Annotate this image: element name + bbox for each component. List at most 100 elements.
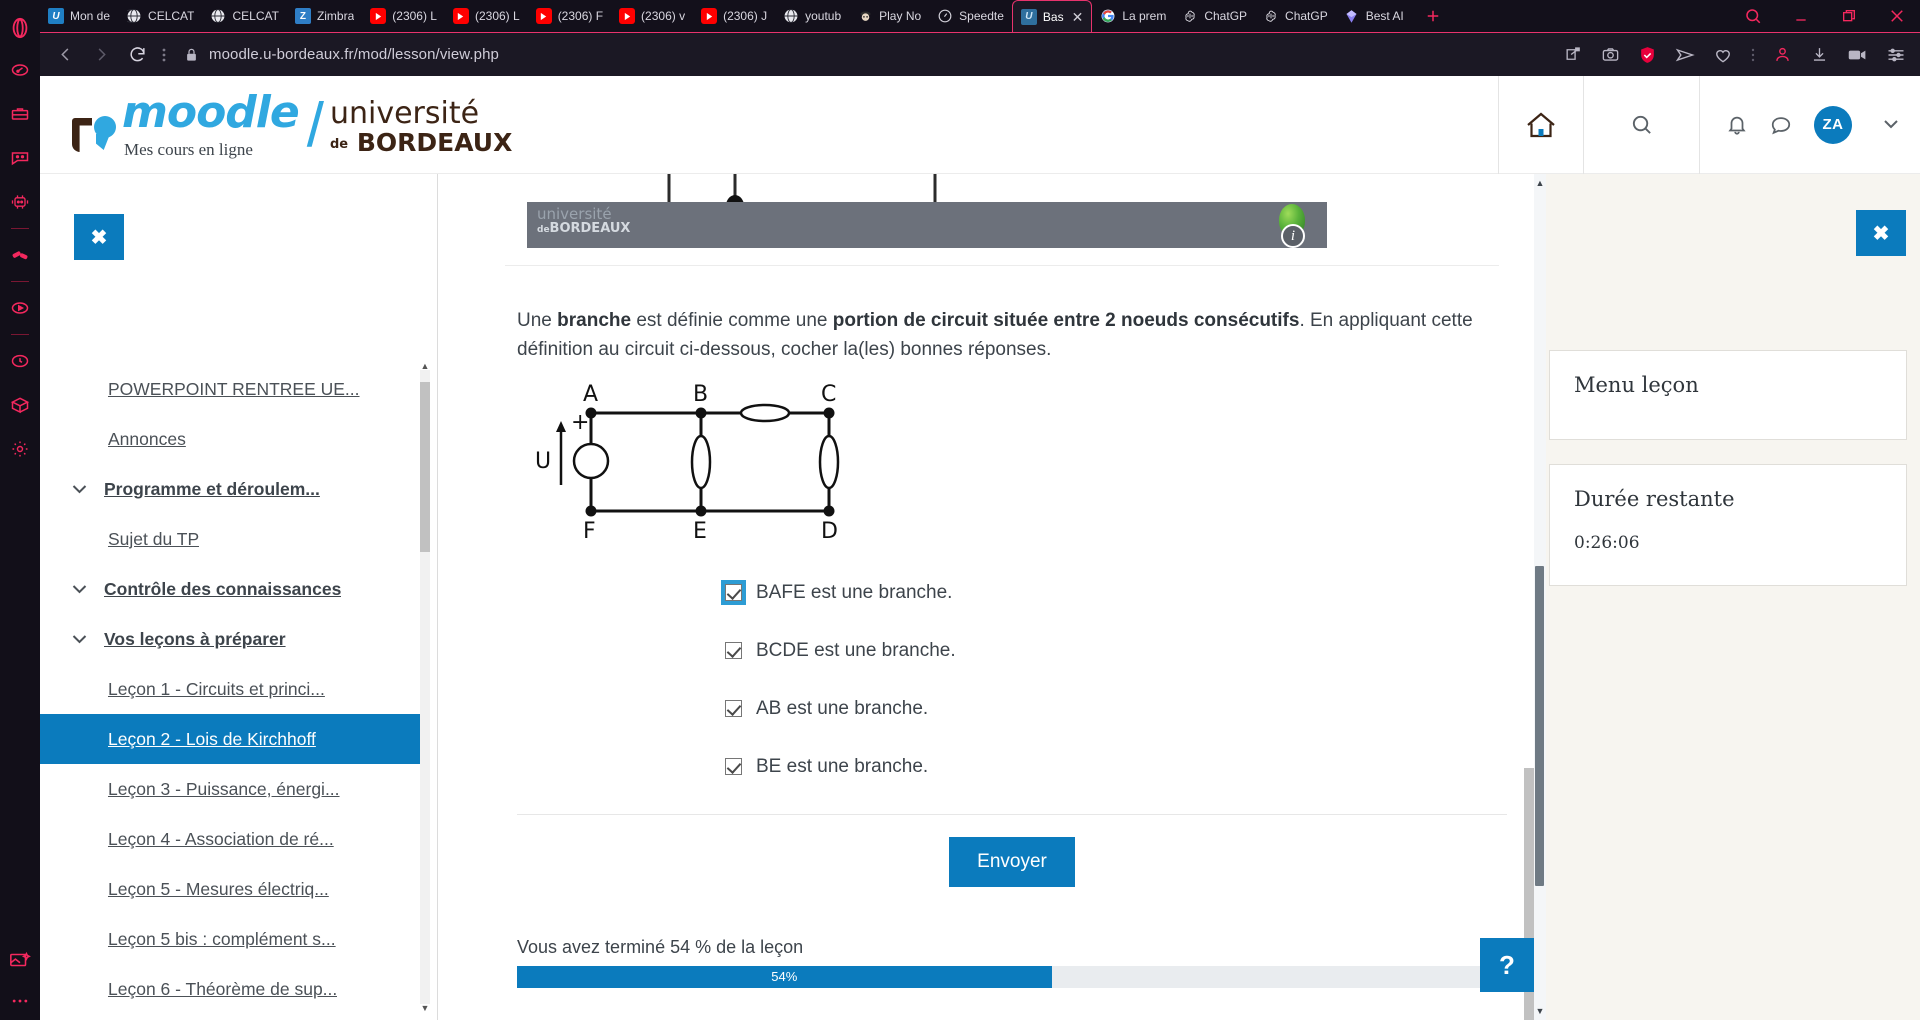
- sidebar-item-sujet-tp[interactable]: Sujet du TP: [40, 514, 427, 564]
- dots-icon[interactable]: [1751, 47, 1755, 63]
- answer-option[interactable]: BCDE est une branche.: [725, 622, 1499, 680]
- sidebar-item-powerpoint[interactable]: POWERPOINT RENTREE UE...: [40, 364, 427, 414]
- search-button[interactable]: [1583, 76, 1699, 174]
- answer-label[interactable]: AB est une branche.: [756, 698, 928, 720]
- sidebar-item-label[interactable]: Leçon 6 - Théorème de sup...: [108, 979, 337, 1000]
- sidebar-item-lecon-3[interactable]: Leçon 3 - Puissance, énergi...: [40, 764, 427, 814]
- avatar[interactable]: ZA: [1814, 105, 1852, 144]
- easy-setup-icon[interactable]: [1886, 45, 1906, 65]
- sidebar-item-lecon-4[interactable]: Leçon 4 - Association de ré...: [40, 814, 427, 864]
- reload-button[interactable]: [120, 39, 154, 71]
- scroll-down-arrow[interactable]: ▼: [1534, 1004, 1546, 1018]
- sidebar-item-label[interactable]: Vos leçons à préparer: [104, 629, 286, 650]
- back-button[interactable]: [48, 39, 82, 71]
- sidebar-item-label[interactable]: POWERPOINT RENTREE UE...: [108, 379, 360, 400]
- url-input[interactable]: moodle.u-bordeaux.fr/mod/lesson/view.php: [174, 46, 1562, 63]
- sidebar-group-programme[interactable]: Programme et déroulem...: [40, 464, 427, 514]
- home-button[interactable]: [1498, 76, 1583, 174]
- browser-tab[interactable]: Z Zimbra: [287, 0, 362, 32]
- sidebar-item-lecon-7[interactable]: Leçon 7 : Electronique num...: [40, 1014, 427, 1020]
- close-right-drawer-button[interactable]: ✖: [1856, 210, 1906, 256]
- pin-page-icon[interactable]: [1564, 45, 1583, 64]
- heart-icon[interactable]: [1713, 45, 1733, 65]
- workspaces-icon[interactable]: [0, 92, 40, 136]
- gallery-icon[interactable]: [0, 938, 40, 982]
- bell-icon[interactable]: [1726, 114, 1748, 136]
- browser-tab[interactable]: ChatGP: [1255, 0, 1336, 32]
- browser-tab[interactable]: ChatGP: [1174, 0, 1255, 32]
- close-window-button[interactable]: [1880, 1, 1914, 31]
- opera-logo-icon[interactable]: [0, 8, 40, 48]
- submit-button[interactable]: Envoyer: [949, 836, 1075, 887]
- forward-button[interactable]: [84, 39, 118, 71]
- snapshot-icon[interactable]: [1601, 45, 1620, 64]
- close-left-drawer-button[interactable]: ✖: [74, 214, 124, 260]
- answer-checkbox[interactable]: [725, 700, 742, 718]
- close-icon[interactable]: ✕: [1072, 10, 1084, 24]
- answer-label[interactable]: BE est une branche.: [756, 756, 928, 778]
- browser-tab[interactable]: (2306) L: [362, 0, 445, 32]
- chevron-down-icon[interactable]: [72, 634, 92, 644]
- speed-dial-icon[interactable]: [0, 48, 40, 92]
- profile-icon[interactable]: [1773, 45, 1792, 64]
- minimize-button[interactable]: [1784, 1, 1818, 31]
- restore-button[interactable]: [1832, 1, 1866, 31]
- settings-icon[interactable]: [0, 427, 40, 471]
- answer-option[interactable]: AB est une branche.: [725, 680, 1499, 738]
- sidebar-group-lecons[interactable]: Vos leçons à préparer: [40, 614, 427, 664]
- sidebar-item-label[interactable]: Programme et déroulem...: [104, 479, 320, 500]
- new-tab-button[interactable]: [1418, 1, 1448, 31]
- browser-tab[interactable]: CELCAT: [118, 0, 202, 32]
- sidebar-item-label[interactable]: Leçon 5 - Mesures électriq...: [108, 879, 329, 900]
- answer-checkbox[interactable]: [725, 642, 742, 660]
- drawer-scrollbar-right[interactable]: ▲ ▼: [1534, 174, 1546, 1020]
- scrollbar-thumb[interactable]: [420, 382, 430, 552]
- browser-tab[interactable]: Best AI: [1336, 0, 1412, 32]
- video-popout-icon[interactable]: [1847, 47, 1868, 63]
- browser-tab[interactable]: (2306) L: [445, 0, 528, 32]
- info-icon[interactable]: i: [1281, 224, 1305, 248]
- browser-tab[interactable]: CELCAT: [202, 0, 286, 32]
- drawer-scrollbar[interactable]: ▲ ▼: [420, 361, 430, 1013]
- chevron-down-icon[interactable]: [72, 484, 92, 494]
- sidebar-item-lecon-5[interactable]: Leçon 5 - Mesures électriq...: [40, 864, 427, 914]
- extensions-icon[interactable]: [0, 383, 40, 427]
- sidebar-item-lecon-1[interactable]: Leçon 1 - Circuits et princi...: [40, 664, 427, 714]
- scroll-up-arrow[interactable]: ▲: [1534, 176, 1546, 190]
- browser-tab[interactable]: (2306) J: [693, 0, 775, 32]
- answer-option[interactable]: BAFE est une branche.: [721, 564, 1499, 622]
- sidebar-item-lecon-6[interactable]: Leçon 6 - Théorème de sup...: [40, 964, 427, 1014]
- tab-search-icon[interactable]: [1736, 1, 1770, 31]
- send-icon[interactable]: [1675, 45, 1695, 65]
- browser-tab[interactable]: youtub: [775, 0, 849, 32]
- browser-tab[interactable]: (2306) v: [611, 0, 693, 32]
- answer-checkbox[interactable]: [725, 758, 742, 776]
- sidebar-item-label[interactable]: Contrôle des connaissances: [104, 579, 341, 600]
- browser-tab[interactable]: (2306) F: [528, 0, 611, 32]
- download-icon[interactable]: [1810, 45, 1829, 64]
- sidebar-item-label[interactable]: Leçon 3 - Puissance, énergi...: [108, 779, 340, 800]
- player-icon[interactable]: [0, 286, 40, 330]
- sidebar-item-lecon-5-bis[interactable]: Leçon 5 bis : complément s...: [40, 914, 427, 964]
- scroll-up-arrow[interactable]: ▲: [420, 360, 430, 372]
- sidebar-item-label[interactable]: Leçon 2 - Lois de Kirchhoff: [108, 729, 316, 750]
- answer-label[interactable]: BCDE est une branche.: [756, 640, 956, 662]
- sidebar-item-label[interactable]: Leçon 4 - Association de ré...: [108, 829, 334, 850]
- more-icon[interactable]: [0, 982, 40, 1020]
- shield-icon[interactable]: [1638, 45, 1657, 65]
- browser-tab-active[interactable]: U Bas ✕: [1011, 0, 1093, 32]
- chevron-down-icon[interactable]: [1884, 117, 1898, 132]
- sidebar-item-label[interactable]: Leçon 5 bis : complément s...: [108, 929, 336, 950]
- history-icon[interactable]: [0, 339, 40, 383]
- answer-checkbox[interactable]: [721, 580, 746, 606]
- content-scrollbar[interactable]: [1524, 288, 1534, 1020]
- sidebar-item-annonces[interactable]: Annonces: [40, 414, 427, 464]
- scroll-down-arrow[interactable]: ▼: [420, 1002, 430, 1014]
- browser-tab[interactable]: U Mon de: [40, 0, 118, 32]
- sidebar-item-label[interactable]: Leçon 1 - Circuits et princi...: [108, 679, 325, 700]
- sidebar-item-label[interactable]: Sujet du TP: [108, 529, 199, 550]
- browser-tab[interactable]: La prem: [1092, 0, 1174, 32]
- help-button[interactable]: ?: [1480, 938, 1534, 992]
- moodle-logo[interactable]: moodle Mes cours en ligne / université d…: [72, 91, 512, 158]
- pinboard-icon[interactable]: [0, 233, 40, 277]
